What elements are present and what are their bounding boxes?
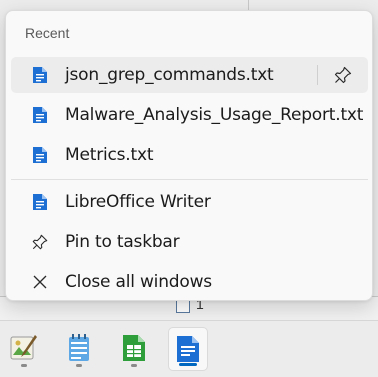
task-label: Pin to taskbar	[65, 232, 180, 252]
libreoffice-writer-icon	[31, 193, 49, 211]
taskbar-app-libreoffice-calc[interactable]	[114, 327, 154, 371]
libreoffice-writer-doc-icon	[31, 146, 49, 164]
running-indicator	[21, 364, 27, 367]
pin-icon	[31, 233, 49, 251]
taskbar	[0, 320, 378, 377]
taskbar-jump-list: Recent json_grep_commands.txt Malware_An…	[5, 10, 373, 301]
active-indicator	[179, 363, 197, 366]
running-indicator	[131, 364, 137, 367]
close-icon	[31, 273, 49, 291]
task-label: LibreOffice Writer	[65, 192, 211, 212]
recent-section-header: Recent	[25, 25, 70, 41]
recent-item-label: Metrics.txt	[65, 145, 154, 165]
running-indicator	[76, 364, 82, 367]
recent-item-metrics[interactable]: Metrics.txt	[11, 137, 368, 173]
image-editor-icon	[9, 333, 39, 368]
task-open-libreoffice-writer[interactable]: LibreOffice Writer	[11, 184, 368, 220]
recent-item-malware-analysis-report[interactable]: Malware_Analysis_Usage_Report.txt	[11, 97, 368, 133]
libreoffice-writer-doc-icon	[31, 106, 49, 124]
pin-item-button[interactable]	[329, 63, 357, 87]
taskbar-app-libreoffice-writer[interactable]	[168, 327, 208, 371]
task-label: Close all windows	[65, 272, 212, 292]
libreoffice-writer-doc-icon	[31, 66, 49, 84]
notepad-icon	[66, 333, 92, 368]
recent-item-label: json_grep_commands.txt	[65, 65, 274, 85]
pin-icon	[334, 66, 352, 84]
recent-item-json-grep-commands[interactable]: json_grep_commands.txt	[11, 57, 368, 93]
taskbar-app-notepad[interactable]	[59, 327, 99, 371]
taskbar-app-image-editor[interactable]	[4, 327, 44, 371]
section-divider	[11, 179, 368, 180]
libreoffice-calc-icon	[121, 333, 147, 368]
pin-separator	[317, 65, 318, 85]
task-close-all-windows[interactable]: Close all windows	[11, 264, 368, 300]
task-pin-to-taskbar[interactable]: Pin to taskbar	[11, 224, 368, 260]
layout-icon	[176, 299, 190, 313]
recent-item-label: Malware_Analysis_Usage_Report.txt	[65, 105, 364, 125]
